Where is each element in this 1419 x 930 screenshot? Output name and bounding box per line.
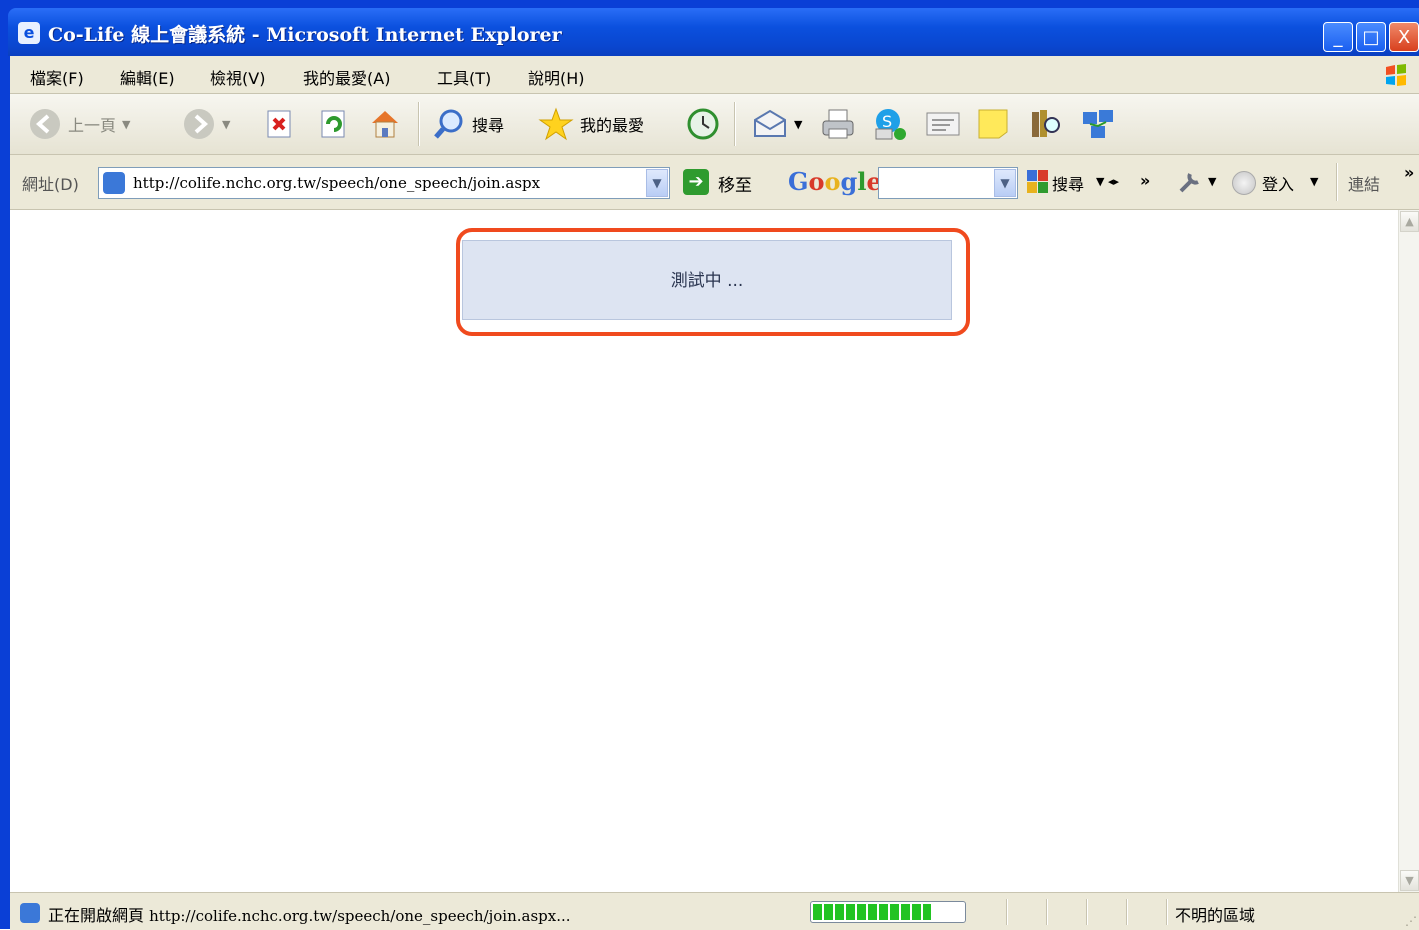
- edit-button[interactable]: [924, 106, 962, 142]
- scroll-up-icon[interactable]: ▲: [1400, 211, 1419, 232]
- stop-button[interactable]: [264, 106, 296, 142]
- address-bar: 網址(D) http://colife.nchc.org.tw/speech/o…: [10, 155, 1419, 210]
- go-button[interactable]: 移至: [718, 171, 752, 196]
- back-dropdown-icon[interactable]: ▼: [122, 118, 130, 131]
- favorites-button[interactable]: 我的最愛: [538, 106, 644, 142]
- menu-tools[interactable]: 工具(T): [437, 65, 491, 89]
- skype-icon: S: [875, 109, 906, 140]
- search-icon: [434, 109, 463, 139]
- address-input[interactable]: http://colife.nchc.org.tw/speech/one_spe…: [98, 167, 670, 199]
- browser-frame: 檔案(F) 編輯(E) 檢視(V) 我的最愛(A) 工具(T) 說明(H) 上一…: [10, 56, 1419, 930]
- favorites-label: 我的最愛: [580, 116, 645, 135]
- scroll-down-icon[interactable]: ▼: [1400, 870, 1419, 891]
- status-prefix: 正在開啟網頁: [48, 906, 145, 925]
- minimize-button[interactable]: _: [1323, 22, 1353, 52]
- mail-dropdown-icon[interactable]: ▼: [794, 118, 802, 131]
- home-button[interactable]: [368, 106, 402, 142]
- search-button[interactable]: 搜尋: [432, 106, 504, 142]
- google-search-dropdown-icon[interactable]: ▼: [994, 169, 1016, 197]
- standard-toolbar: 上一頁 ▼ ▼ 搜尋 我的最愛 ▼ S: [10, 94, 1419, 155]
- history-icon: [687, 108, 719, 140]
- research-button[interactable]: [1028, 106, 1062, 142]
- back-icon: [30, 109, 60, 139]
- svg-text:S: S: [882, 112, 892, 131]
- forward-button[interactable]: ▼: [182, 106, 230, 142]
- signin-dropdown-icon[interactable]: ▼: [1310, 175, 1318, 188]
- print-icon: [822, 109, 854, 139]
- security-zone: 不明的區域: [1175, 906, 1256, 925]
- google-search-button[interactable]: 搜尋: [1052, 171, 1084, 195]
- menu-view[interactable]: 檢視(V): [210, 65, 265, 89]
- edit-icon: [926, 112, 960, 136]
- close-button[interactable]: X: [1389, 22, 1419, 52]
- skype-button[interactable]: S: [872, 106, 908, 142]
- windows-logo-icon: [1386, 64, 1406, 86]
- resize-grip-icon[interactable]: ⋰: [1405, 914, 1417, 928]
- back-button[interactable]: 上一頁 ▼: [28, 106, 130, 142]
- links-more-chevron[interactable]: »: [1404, 163, 1414, 182]
- status-bar: 正在開啟網頁 http://colife.nchc.org.tw/speech/…: [10, 892, 1419, 930]
- history-button[interactable]: [686, 106, 720, 142]
- progress-fill: [813, 904, 931, 920]
- title-bar[interactable]: e Co-Life 線上會議系統 - Microsoft Internet Ex…: [8, 8, 1419, 56]
- back-label: 上一頁: [68, 116, 117, 135]
- menu-file[interactable]: 檔案(F): [30, 65, 84, 89]
- menu-favorites[interactable]: 我的最愛(A): [303, 65, 390, 89]
- favorites-star-icon: [538, 107, 574, 141]
- google-logo[interactable]: Google: [788, 167, 882, 196]
- menu-edit[interactable]: 編輯(E): [120, 65, 175, 89]
- note-icon: [978, 109, 1008, 139]
- status-ie-icon: [20, 903, 40, 923]
- highlight-annotation: [456, 228, 970, 336]
- vertical-scrollbar[interactable]: ▲ ▼: [1398, 210, 1419, 892]
- mail-icon: [754, 109, 786, 137]
- address-label: 網址(D): [22, 175, 79, 194]
- ie-window: e Co-Life 線上會議系統 - Microsoft Internet Ex…: [0, 0, 1419, 930]
- home-icon: [372, 111, 398, 138]
- maximize-button[interactable]: □: [1356, 22, 1386, 52]
- status-text: 正在開啟網頁 http://colife.nchc.org.tw/speech/…: [48, 902, 571, 926]
- mail-button[interactable]: ▼: [752, 106, 802, 142]
- ie-icon: e: [18, 22, 40, 44]
- google-toolbar-icon: [1027, 170, 1048, 193]
- signin-icon: [1232, 171, 1256, 195]
- page-content: 測試中 ...: [10, 210, 1398, 892]
- refresh-icon: [321, 110, 345, 138]
- forward-dropdown-icon[interactable]: ▼: [222, 118, 230, 131]
- signin-button[interactable]: 登入: [1262, 171, 1294, 195]
- google-search-input[interactable]: ▼: [878, 167, 1018, 199]
- wrench-icon[interactable]: [1176, 169, 1204, 195]
- stop-icon: [267, 110, 291, 138]
- page-ie-icon: [103, 172, 125, 194]
- messenger-button[interactable]: [1080, 106, 1116, 142]
- research-icon: [1032, 110, 1060, 137]
- note-button[interactable]: [976, 106, 1010, 142]
- address-url[interactable]: http://colife.nchc.org.tw/speech/one_spe…: [133, 174, 540, 192]
- forward-icon: [184, 109, 214, 139]
- menu-bar: 檔案(F) 編輯(E) 檢視(V) 我的最愛(A) 工具(T) 說明(H): [10, 56, 1419, 94]
- links-button[interactable]: 連結: [1348, 171, 1380, 195]
- window-title: Co-Life 線上會議系統 - Microsoft Internet Expl…: [48, 24, 562, 46]
- status-url: http://colife.nchc.org.tw/speech/one_spe…: [149, 907, 571, 925]
- go-arrow-icon[interactable]: ➔: [683, 169, 709, 195]
- search-label: 搜尋: [472, 116, 505, 135]
- print-button[interactable]: [820, 106, 856, 142]
- loading-progress-bar: [810, 901, 966, 923]
- wrench-dropdown-icon[interactable]: ▼: [1208, 175, 1216, 188]
- address-dropdown-icon[interactable]: ▼: [646, 169, 668, 197]
- menu-help[interactable]: 說明(H): [528, 65, 585, 89]
- google-search-dropdown-arrow-icon[interactable]: ▼ ◂▸: [1096, 175, 1119, 188]
- google-more-chevron[interactable]: »: [1140, 171, 1150, 190]
- messenger-icon: [1083, 110, 1113, 138]
- refresh-button[interactable]: [318, 106, 350, 142]
